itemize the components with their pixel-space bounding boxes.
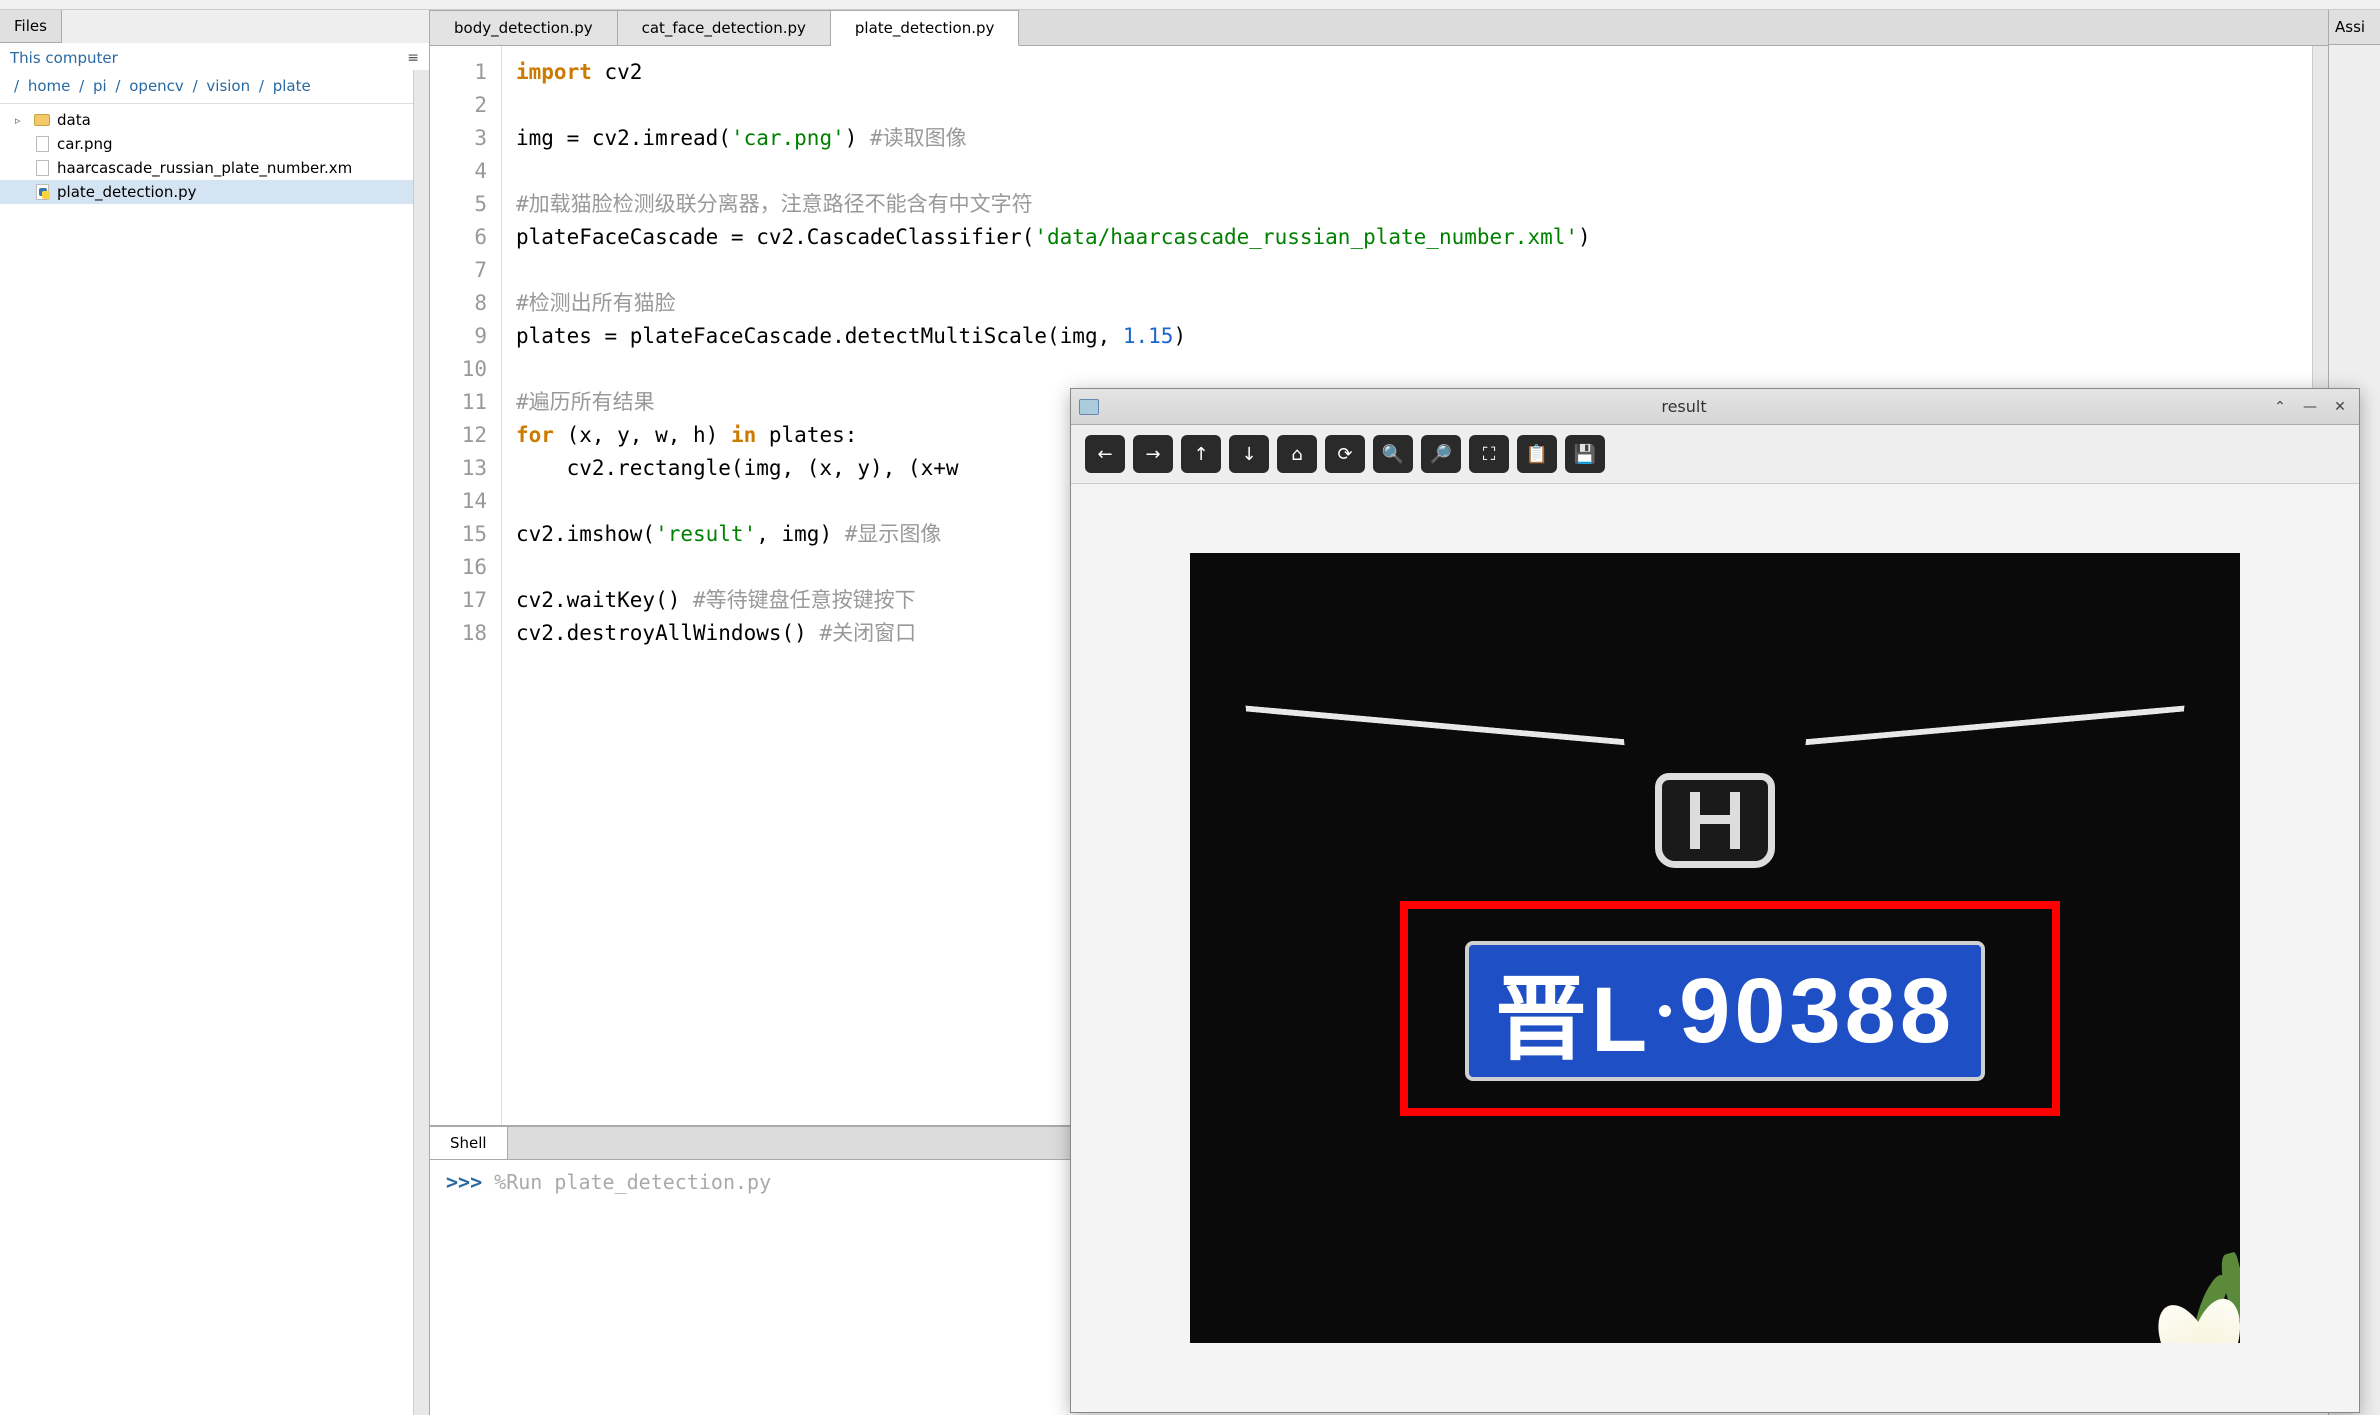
code-line[interactable]: import cv2 (516, 56, 2314, 89)
line-number: 11 (430, 386, 501, 419)
grille-left (1245, 705, 1634, 860)
line-number: 4 (430, 155, 501, 188)
line-number: 2 (430, 89, 501, 122)
editor-tabbar: body_detection.pycat_face_detection.pypl… (430, 10, 2328, 46)
window-title: result (1107, 397, 2261, 416)
tree-item-label: car.png (57, 135, 419, 153)
editor-tab[interactable]: cat_face_detection.py (618, 10, 831, 45)
line-number: 5 (430, 188, 501, 221)
clipboard-icon[interactable]: 📋 (1517, 435, 1557, 473)
tree-item-label: plate_detection.py (57, 183, 419, 201)
shell-command: %Run plate_detection.py (494, 1170, 771, 1194)
breadcrumb-segment[interactable]: opencv (129, 77, 184, 95)
line-number: 18 (430, 617, 501, 650)
tree-folder[interactable]: ▹ data (0, 108, 429, 132)
code-line[interactable]: #检测出所有猫脸 (516, 287, 2314, 320)
tree-file[interactable]: plate_detection.py (0, 180, 429, 204)
plate-prefix: 晋L (1495, 945, 1651, 1078)
save-icon[interactable]: 💾 (1565, 435, 1605, 473)
minimize-icon[interactable]: — (2299, 396, 2321, 418)
line-number: 7 (430, 254, 501, 287)
files-header-label: This computer (10, 49, 118, 67)
tree-item-label: haarcascade_russian_plate_number.xm (57, 159, 419, 177)
zoom-out-icon[interactable]: 🔎 (1421, 435, 1461, 473)
editor-tab[interactable]: body_detection.py (430, 10, 618, 45)
code-line[interactable]: img = cv2.imread('car.png') #读取图像 (516, 122, 2314, 155)
car-image: 晋L 90388 (1190, 553, 2240, 1343)
rotate-icon[interactable]: ⟳ (1325, 435, 1365, 473)
editor-tab[interactable]: plate_detection.py (831, 10, 1020, 46)
expander-icon[interactable]: ▹ (15, 114, 27, 127)
license-plate: 晋L 90388 (1465, 941, 1985, 1081)
flower-decoration (2140, 1243, 2240, 1343)
arrow-down-icon[interactable]: ↓ (1229, 435, 1269, 473)
line-number: 15 (430, 518, 501, 551)
line-number: 16 (430, 551, 501, 584)
line-number: 3 (430, 122, 501, 155)
result-toolbar: ←→↑↓⌂⟳🔍🔎⛶📋💾 (1071, 425, 2359, 484)
honda-logo (1655, 773, 1775, 868)
fit-icon[interactable]: ⛶ (1469, 435, 1509, 473)
files-panel: Files This computer ≡ / home / pi / open… (0, 10, 430, 1415)
file-icon (33, 160, 51, 176)
line-number: 14 (430, 485, 501, 518)
code-line[interactable] (516, 353, 2314, 386)
files-header[interactable]: This computer ≡ (0, 43, 429, 73)
files-scrollbar[interactable] (413, 70, 429, 1415)
line-gutter: 123456789101112131415161718 (430, 46, 502, 1125)
grille-right (1795, 705, 2184, 860)
code-line[interactable]: plates = plateFaceCascade.detectMultiSca… (516, 320, 2314, 353)
line-number: 10 (430, 353, 501, 386)
breadcrumb-segment[interactable]: vision (206, 77, 250, 95)
code-line[interactable] (516, 155, 2314, 188)
plate-dot (1659, 1005, 1671, 1017)
result-titlebar[interactable]: result ⌃ — ✕ (1071, 389, 2359, 425)
line-number: 9 (430, 320, 501, 353)
line-number: 12 (430, 419, 501, 452)
result-canvas: 晋L 90388 (1071, 484, 2359, 1412)
file-tree[interactable]: ▹ data car.png haarcascade_russian_plate_nu… (0, 104, 429, 1415)
result-window[interactable]: result ⌃ — ✕ ←→↑↓⌂⟳🔍🔎⛶📋💾 晋L 90388 (1070, 388, 2360, 1413)
code-line[interactable] (516, 89, 2314, 122)
shell-tab[interactable]: Shell (430, 1127, 508, 1159)
line-number: 17 (430, 584, 501, 617)
line-number: 8 (430, 287, 501, 320)
files-tab[interactable]: Files (0, 10, 62, 43)
breadcrumb-segment[interactable]: home (28, 77, 71, 95)
home-icon[interactable]: ⌂ (1277, 435, 1317, 473)
python-file-icon (33, 184, 51, 200)
breadcrumb: / home / pi / opencv / vision / plate (0, 73, 429, 104)
zoom-in-icon[interactable]: 🔍 (1373, 435, 1413, 473)
menubar-strip (0, 0, 2380, 10)
plate-number: 90388 (1679, 959, 1955, 1064)
line-number: 1 (430, 56, 501, 89)
code-line[interactable] (516, 254, 2314, 287)
breadcrumb-segment[interactable]: plate (273, 77, 311, 95)
tree-file[interactable]: haarcascade_russian_plate_number.xm (0, 156, 429, 180)
assistant-tab[interactable]: Assi (2329, 10, 2380, 45)
file-icon (33, 136, 51, 152)
arrow-left-icon[interactable]: ← (1085, 435, 1125, 473)
line-number: 13 (430, 452, 501, 485)
line-number: 6 (430, 221, 501, 254)
breadcrumb-segment[interactable]: pi (93, 77, 107, 95)
tree-item-label: data (57, 111, 419, 129)
rollup-icon[interactable]: ⌃ (2269, 396, 2291, 418)
code-line[interactable]: #加载猫脸检测级联分离器，注意路径不能含有中文字符 (516, 188, 2314, 221)
hamburger-icon[interactable]: ≡ (407, 50, 419, 66)
folder-icon (33, 112, 51, 128)
tree-file[interactable]: car.png (0, 132, 429, 156)
shell-prompt: >>> (446, 1170, 482, 1194)
code-line[interactable]: plateFaceCascade = cv2.CascadeClassifier… (516, 221, 2314, 254)
arrow-up-icon[interactable]: ↑ (1181, 435, 1221, 473)
window-app-icon (1079, 399, 1099, 415)
close-icon[interactable]: ✕ (2329, 396, 2351, 418)
arrow-right-icon[interactable]: → (1133, 435, 1173, 473)
